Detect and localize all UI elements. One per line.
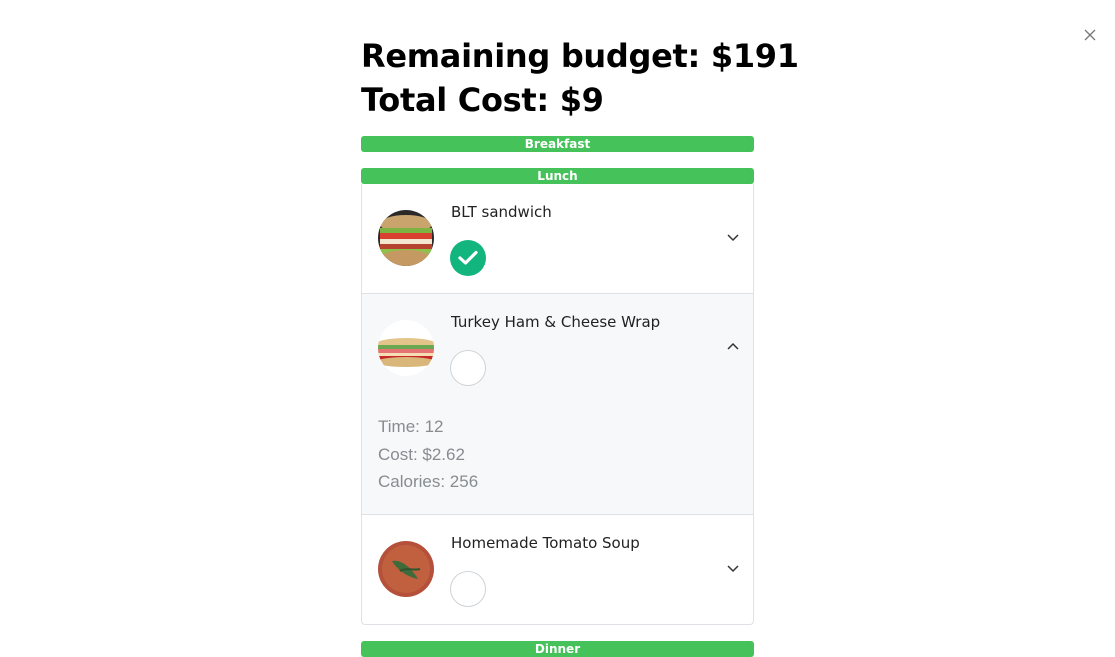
meal-toggle-lunch[interactable]: Lunch (361, 168, 754, 184)
list-item[interactable]: BLT sandwich (362, 184, 753, 293)
item-cost: Cost: $2.62 (378, 444, 465, 464)
meal-toggle-breakfast[interactable]: Breakfast (361, 136, 754, 152)
lunch-item-list: BLT sandwich Turkey Ham & Cheese Wrap Ti… (361, 184, 754, 625)
item-name: Homemade Tomato Soup (451, 533, 640, 552)
select-toggle[interactable] (450, 570, 486, 607)
list-item[interactable]: Homemade Tomato Soup (362, 513, 753, 624)
select-toggle[interactable] (450, 350, 486, 386)
list-item[interactable]: Turkey Ham & Cheese Wrap Time: 12 Cost: … (362, 293, 753, 514)
turkey-wrap-image (378, 320, 434, 376)
remaining-budget: Remaining budget: $191 (361, 37, 799, 75)
chevron-down-icon[interactable] (726, 561, 740, 575)
meal-planner: Remaining budget: $191 Total Cost: $9 Br… (361, 34, 799, 657)
item-details: Time: 12 Cost: $2.62 Calories: 256 (362, 403, 753, 514)
item-name: Turkey Ham & Cheese Wrap (451, 313, 661, 331)
checkmark-icon (458, 250, 478, 265)
item-time: Time: 12 (378, 417, 444, 436)
blt-sandwich-image (378, 210, 434, 266)
select-toggle[interactable] (450, 240, 486, 276)
close-button[interactable] (1080, 25, 1100, 45)
item-calories: Calories: 256 (378, 472, 479, 491)
item-name: BLT sandwich (451, 203, 552, 221)
chevron-up-icon[interactable] (726, 340, 740, 354)
tomato-soup-image (378, 540, 434, 597)
chevron-down-icon[interactable] (726, 230, 740, 244)
total-cost: Total Cost: $9 (361, 81, 604, 119)
close-icon (1084, 29, 1096, 41)
